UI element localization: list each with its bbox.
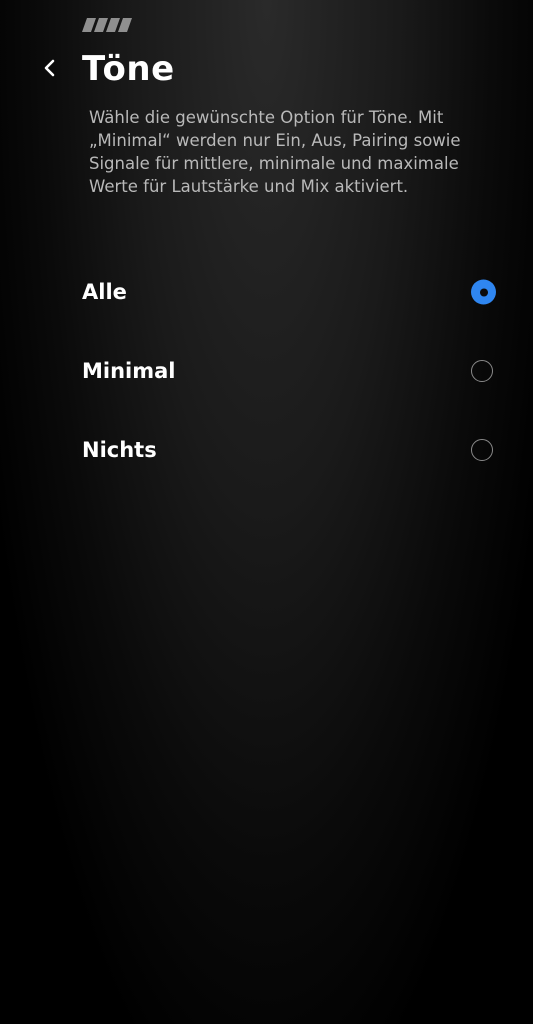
stripes-logo-icon xyxy=(82,18,132,32)
page-title: Töne xyxy=(82,49,175,89)
radio-selected[interactable] xyxy=(471,279,496,305)
option-label: Minimal xyxy=(82,359,176,383)
option-label: Nichts xyxy=(82,438,157,462)
option-nichts[interactable]: Nichts xyxy=(0,420,533,480)
chevron-left-icon xyxy=(44,59,55,77)
option-label: Alle xyxy=(82,280,127,304)
back-button[interactable] xyxy=(36,54,64,82)
option-alle[interactable]: Alle xyxy=(0,262,533,322)
radio-unselected[interactable] xyxy=(471,360,493,382)
description-text: Wähle die gewünschte Option für Töne. Mi… xyxy=(89,108,461,196)
radio-unselected[interactable] xyxy=(471,439,493,461)
option-minimal[interactable]: Minimal xyxy=(0,341,533,401)
